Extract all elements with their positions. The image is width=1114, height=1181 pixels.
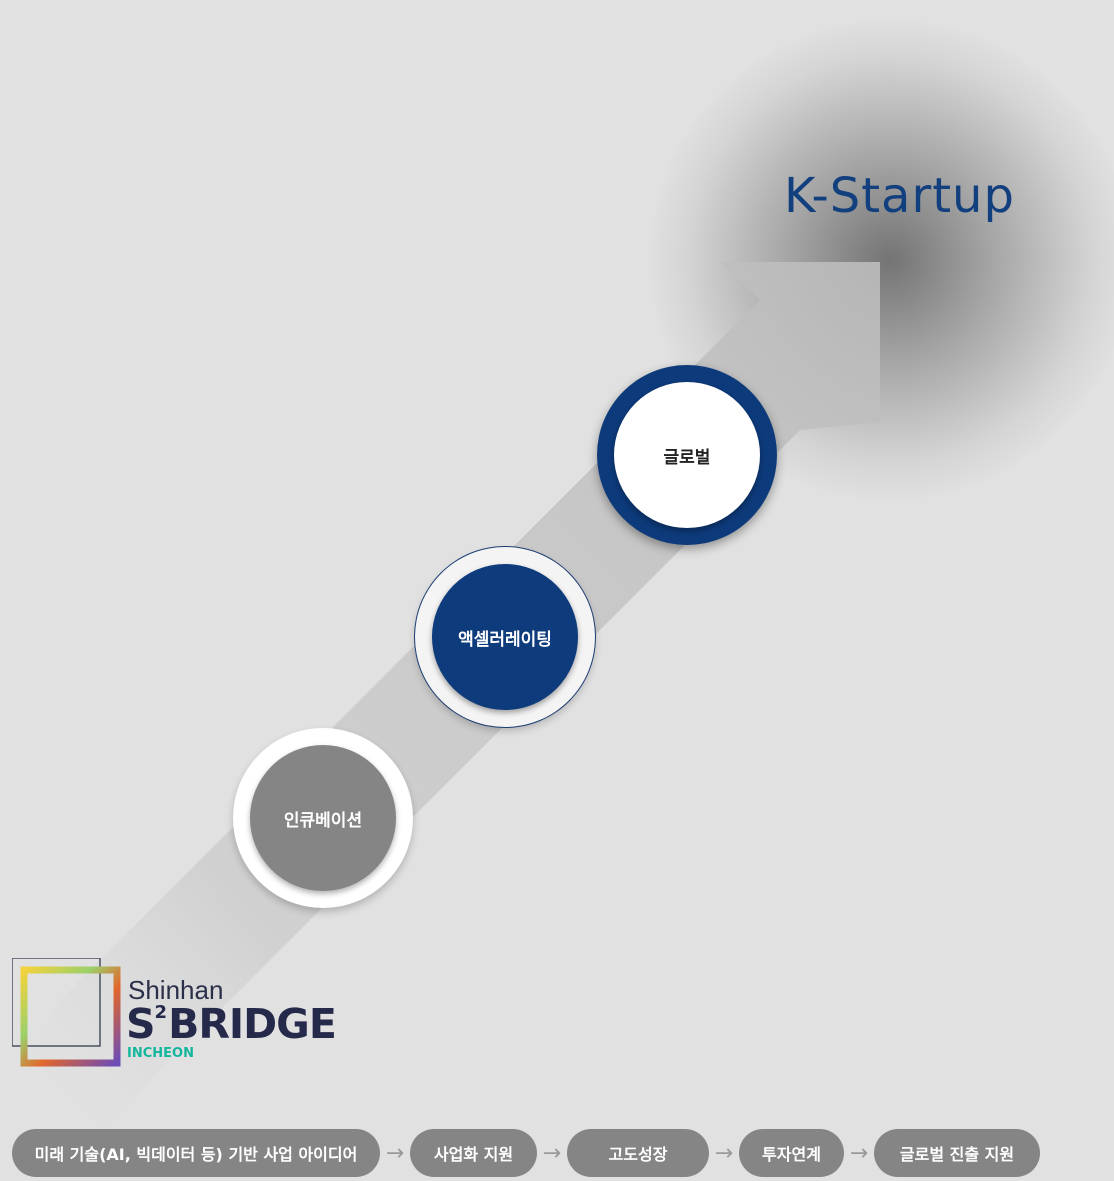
arrow-right-icon: → — [714, 1140, 734, 1166]
logo-sup: 2 — [154, 1002, 167, 1023]
logo-bridge-text: BRIDGE — [168, 1000, 337, 1048]
process-step-investment: 투자연계 — [739, 1129, 844, 1177]
stage-incubation-label: 인큐베이션 — [250, 745, 396, 891]
stage-accelerating: 액셀러레이팅 — [415, 547, 595, 727]
k-startup-title: K-Startup — [784, 168, 1015, 224]
logo-s: S — [126, 1000, 156, 1048]
arrow-right-icon: → — [385, 1140, 405, 1166]
process-step-commercialization: 사업화 지원 — [410, 1129, 537, 1177]
process-step-global: 글로벌 진출 지원 — [874, 1129, 1040, 1177]
stage-global-label: 글로벌 — [614, 382, 760, 528]
logo-incheon: INCHEON — [127, 1046, 194, 1061]
stage-global: 글로벌 — [597, 365, 777, 545]
stage-accelerating-label: 액셀러레이팅 — [432, 564, 578, 710]
process-step-growth: 고도성장 — [567, 1129, 709, 1177]
process-step-idea: 미래 기술(AI, 빅데이터 등) 기반 사업 아이디어 — [12, 1129, 380, 1177]
arrow-right-icon: → — [849, 1140, 869, 1166]
stage-incubation: 인큐베이션 — [233, 728, 413, 908]
process-flow: 미래 기술(AI, 빅데이터 등) 기반 사업 아이디어 → 사업화 지원 → … — [12, 1128, 1040, 1178]
logo-bridge: S2BRIDGE — [126, 1000, 337, 1048]
arrow-right-icon: → — [542, 1140, 562, 1166]
